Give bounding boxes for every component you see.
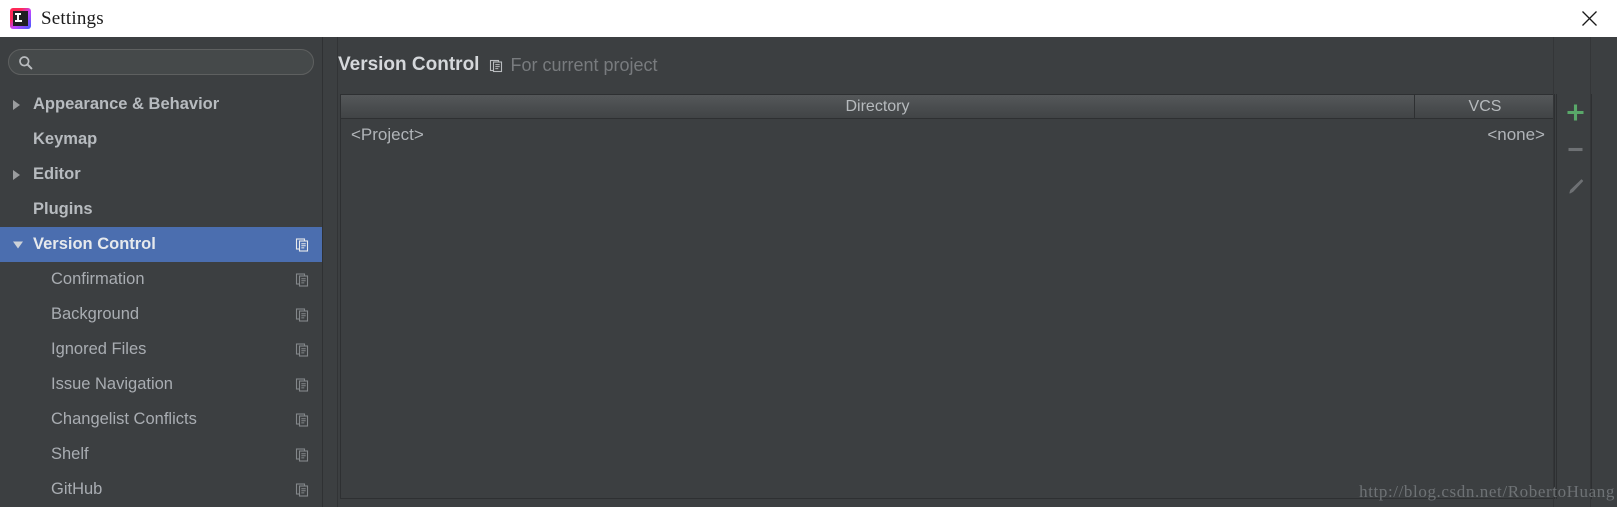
remove-button[interactable] xyxy=(1557,131,1593,168)
close-icon[interactable] xyxy=(1561,0,1617,37)
sidebar-item-label: Version Control xyxy=(33,235,156,253)
sidebar-item-label: Editor xyxy=(33,165,81,183)
sidebar-item-appearance-behavior[interactable]: Appearance & Behavior xyxy=(0,87,322,122)
project-scope-icon xyxy=(295,482,310,497)
chevron-down-icon[interactable] xyxy=(13,241,23,248)
add-button[interactable] xyxy=(1557,94,1593,131)
project-scope-icon xyxy=(295,342,310,357)
sidebar-item-shelf[interactable]: Shelf xyxy=(0,437,322,472)
sidebar-item-label: Appearance & Behavior xyxy=(33,95,220,113)
sidebar-item-label: GitHub xyxy=(51,480,103,498)
sidebar-item-label: Keymap xyxy=(33,130,98,148)
settings-window: Settings Appearance & Behavior Keymap Ed… xyxy=(0,0,1617,507)
sidebar-item-confirmation[interactable]: Confirmation xyxy=(0,262,322,297)
vcs-directory-mappings-table: Directory VCS <Project> <none> xyxy=(340,94,1555,499)
settings-tree: Appearance & Behavior Keymap Editor Plug… xyxy=(0,87,322,507)
project-scope-icon xyxy=(295,412,310,427)
search-input[interactable] xyxy=(33,50,313,74)
edit-button[interactable] xyxy=(1557,168,1593,205)
search-icon xyxy=(18,55,33,70)
sidebar-item-label: Background xyxy=(51,305,140,323)
table-header-row: Directory VCS xyxy=(341,95,1554,119)
cell-vcs: <none> xyxy=(1487,124,1545,144)
sidebar-item-github[interactable]: GitHub xyxy=(0,472,322,507)
table-body: <Project> <none> xyxy=(341,119,1554,498)
sidebar-item-changelist-conflicts[interactable]: Changelist Conflicts xyxy=(0,402,322,437)
sidebar-item-plugins[interactable]: Plugins xyxy=(0,192,322,227)
title-bar: Settings xyxy=(0,0,1617,37)
sidebar-item-editor[interactable]: Editor xyxy=(0,157,322,192)
sidebar-item-label: Shelf xyxy=(51,445,89,463)
page-title: Version Control xyxy=(338,54,480,75)
search-field-wrapper xyxy=(8,49,314,75)
page-header: Version Control For current project xyxy=(338,53,658,77)
panel-splitter[interactable] xyxy=(322,37,338,507)
page-subtitle: For current project xyxy=(510,54,658,75)
sidebar-item-label: Ignored Files xyxy=(51,340,147,358)
project-scope-icon xyxy=(295,307,310,322)
sidebar-item-issue-navigation[interactable]: Issue Navigation xyxy=(0,367,322,402)
chevron-right-icon[interactable] xyxy=(13,169,20,180)
project-scope-icon xyxy=(295,272,310,287)
cell-directory: <Project> xyxy=(351,124,424,144)
window-title: Settings xyxy=(41,7,104,29)
settings-body: Appearance & Behavior Keymap Editor Plug… xyxy=(0,37,1617,507)
sidebar-item-label: Changelist Conflicts xyxy=(51,410,197,428)
sidebar-item-keymap[interactable]: Keymap xyxy=(0,122,322,157)
watermark-text: http://blog.csdn.net/RobertoHuang xyxy=(1359,482,1615,501)
search-box[interactable] xyxy=(8,49,314,75)
project-scope-icon xyxy=(295,377,310,392)
sidebar-item-background[interactable]: Background xyxy=(0,297,322,332)
column-header-vcs[interactable]: VCS xyxy=(1415,95,1555,118)
sidebar-item-label: Confirmation xyxy=(51,270,145,288)
table-row[interactable]: <Project> <none> xyxy=(341,119,1554,150)
column-header-directory[interactable]: Directory xyxy=(341,95,1414,118)
intellij-idea-icon xyxy=(10,8,31,29)
sidebar-item-label: Plugins xyxy=(33,200,93,218)
table-toolbar xyxy=(1556,94,1592,499)
sidebar-item-ignored-files[interactable]: Ignored Files xyxy=(0,332,322,367)
project-scope-icon xyxy=(295,237,310,252)
settings-sidebar: Appearance & Behavior Keymap Editor Plug… xyxy=(0,37,322,507)
settings-content: Version Control For current project Dire… xyxy=(338,37,1617,507)
for-current-project-icon xyxy=(489,58,504,73)
sidebar-item-version-control[interactable]: Version Control xyxy=(0,227,322,262)
project-scope-icon xyxy=(295,447,310,462)
chevron-right-icon[interactable] xyxy=(13,99,20,110)
sidebar-item-label: Issue Navigation xyxy=(51,375,173,393)
